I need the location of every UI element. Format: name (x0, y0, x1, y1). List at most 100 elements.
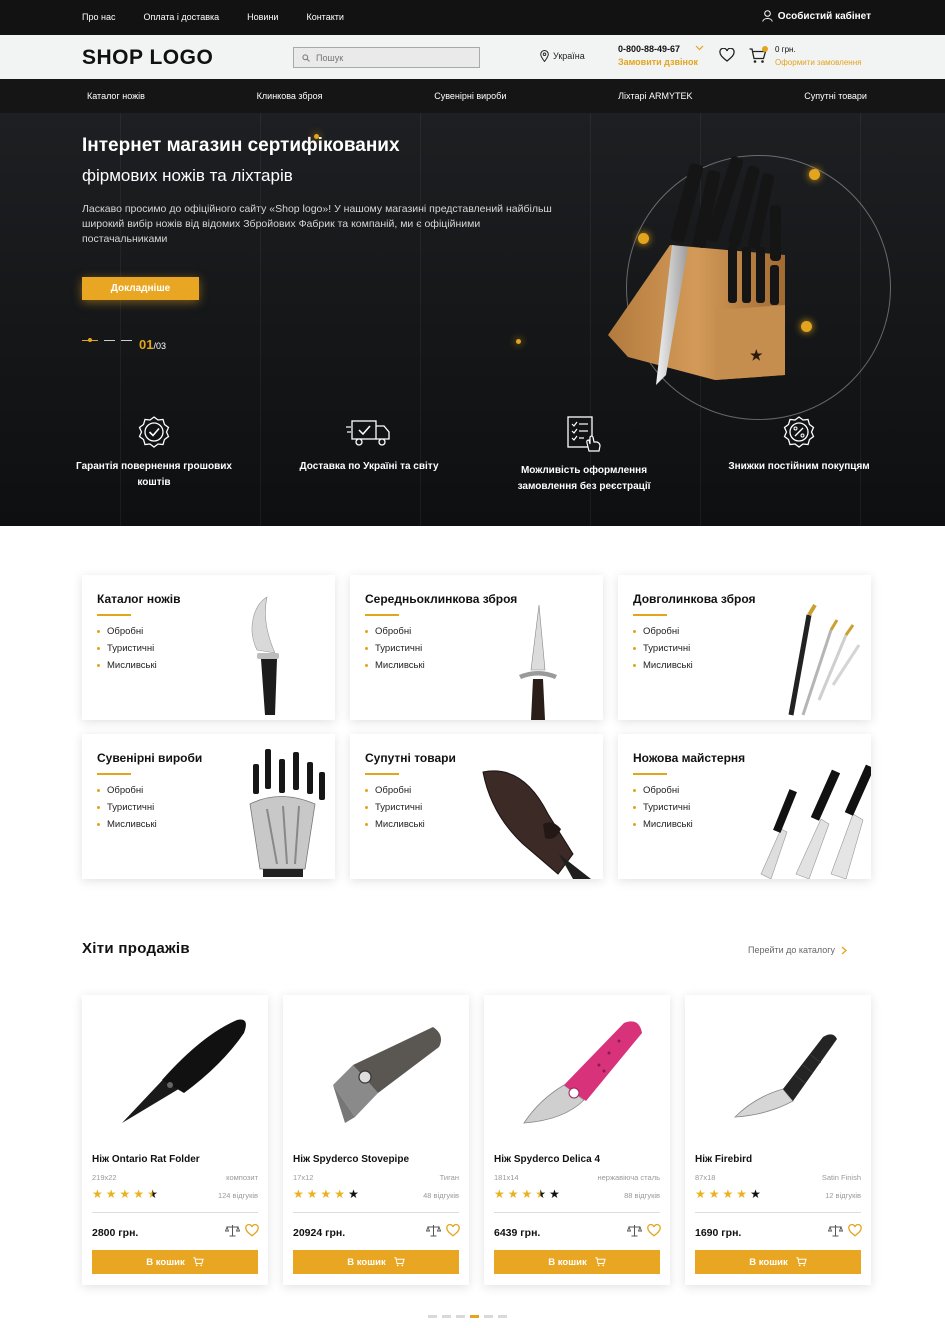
category-links: Обробні Туристичні Мисливські (633, 785, 693, 836)
category-link[interactable]: Туристичні (633, 643, 693, 660)
feature-delivery-label: Доставка по Україні та світу (299, 461, 439, 472)
category-link[interactable]: Обробні (97, 785, 157, 802)
category-card-long-blade[interactable]: Довголинкова зброя Обробні Туристичні Ми… (618, 575, 871, 720)
product-name[interactable]: Ніж Spyderco Stovepipe (293, 1154, 409, 1165)
category-card-knives[interactable]: Каталог ножів Обробні Туристичні Мисливс… (82, 575, 335, 720)
cart-icon (796, 1257, 807, 1267)
search-box[interactable] (293, 47, 480, 68)
top-link-news[interactable]: Новини (247, 12, 278, 22)
category-card-workshop[interactable]: Ножова майстерня Обробні Туристичні Мисл… (618, 734, 871, 879)
category-link[interactable]: Туристичні (365, 802, 425, 819)
category-link[interactable]: Туристичні (97, 802, 157, 819)
category-link[interactable]: Мисливські (365, 819, 425, 836)
knife-block-image: ★ (608, 156, 785, 385)
category-link[interactable]: Обробні (97, 626, 157, 643)
slider-indicator[interactable] (82, 338, 132, 342)
title-underline (97, 614, 131, 616)
add-to-cart-button[interactable]: В кошик (293, 1250, 459, 1274)
add-to-cart-button[interactable]: В кошик (695, 1250, 861, 1274)
nav-item-knives-catalog[interactable]: Каталог ножів (87, 91, 145, 101)
wishlist-heart-icon[interactable] (245, 1224, 259, 1237)
product-card[interactable]: Ніж Spyderco Stovepipe 17x12 Тиган ★ ★ ★ ★ ★… (283, 995, 469, 1285)
category-link[interactable]: Обробні (633, 785, 693, 802)
product-reviews[interactable]: 12 відгуків (825, 1191, 861, 1200)
category-link[interactable]: Обробні (633, 626, 693, 643)
go-to-catalog-link[interactable]: Перейти до каталогу (748, 945, 848, 955)
account-link[interactable]: Особистий кабінет (762, 10, 871, 22)
category-card-souvenirs[interactable]: Сувенірні вироби Обробні Туристичні Мисл… (82, 734, 335, 879)
product-reviews[interactable]: 48 відгуків (423, 1191, 459, 1200)
wishlist-heart-icon[interactable] (848, 1224, 862, 1237)
category-link[interactable]: Мисливські (633, 819, 693, 836)
add-to-cart-label: В кошик (548, 1256, 587, 1268)
product-card[interactable]: Ніж Spyderco Delica 4 181x14 нержавіюча … (484, 995, 670, 1285)
wishlist-heart-icon[interactable] (446, 1224, 460, 1237)
phone-number[interactable]: 0-800-88-49-67 (618, 44, 680, 54)
divider (92, 1212, 258, 1213)
category-card-medium-blade[interactable]: Середньоклинкова зброя Обробні Туристичн… (350, 575, 603, 720)
category-link[interactable]: Мисливські (97, 819, 157, 836)
nav-item-flashlights[interactable]: Ліхтарі ARMYTEK (618, 91, 692, 101)
compare-scales-icon[interactable] (828, 1224, 843, 1237)
svg-text:★: ★ (750, 347, 763, 363)
top-link-about[interactable]: Про нас (82, 12, 115, 22)
compare-scales-icon[interactable] (627, 1224, 642, 1237)
product-size: 219x22 (92, 1173, 117, 1182)
knife-stand-image (249, 749, 325, 877)
hero-more-button[interactable]: Докладніше (82, 277, 199, 300)
chevron-down-icon[interactable] (695, 45, 704, 51)
pager-dot-active[interactable] (470, 1315, 479, 1318)
wishlist-heart-icon[interactable] (647, 1224, 661, 1237)
product-name[interactable]: Ніж Spyderco Delica 4 (494, 1154, 600, 1165)
divider (494, 1212, 660, 1213)
category-link[interactable]: Обробні (365, 785, 425, 802)
category-link[interactable]: Обробні (365, 626, 425, 643)
top-link-contacts[interactable]: Контакти (306, 12, 343, 22)
product-material: Тиган (439, 1173, 459, 1182)
nav-item-bladed-weapons[interactable]: Клинкова зброя (257, 91, 323, 101)
product-card[interactable]: Ніж Firebird 87x18 Satin Finish ★ ★ ★ ★ ★ 12… (685, 995, 871, 1285)
product-card[interactable]: Ніж Ontario Rat Folder 219x22 композит ★… (82, 995, 268, 1285)
category-link[interactable]: Мисливські (97, 660, 157, 677)
feature-discounts: Знижки постійним покупцям (719, 415, 879, 475)
product-material: Satin Finish (821, 1173, 861, 1182)
pager-dot[interactable] (498, 1315, 507, 1318)
carousel-pager[interactable] (428, 1315, 507, 1318)
top-link-payment-delivery[interactable]: Оплата і доставка (143, 12, 219, 22)
checkout-link[interactable]: Оформити замовлення (775, 58, 861, 67)
add-to-cart-button[interactable]: В кошик (494, 1250, 660, 1274)
category-link[interactable]: Мисливські (365, 660, 425, 677)
callback-link[interactable]: Замовити дзвінок (618, 57, 698, 67)
product-name[interactable]: Ніж Firebird (695, 1154, 752, 1165)
pager-dot[interactable] (428, 1315, 437, 1318)
pager-dot[interactable] (484, 1315, 493, 1318)
product-name[interactable]: Ніж Ontario Rat Folder (92, 1154, 200, 1165)
product-reviews[interactable]: 124 відгуків (218, 1191, 258, 1200)
add-to-cart-button[interactable]: В кошик (92, 1250, 258, 1274)
category-link[interactable]: Туристичні (97, 643, 157, 660)
product-reviews[interactable]: 88 відгуків (624, 1191, 660, 1200)
title-underline (633, 773, 667, 775)
compare-scales-icon[interactable] (426, 1224, 441, 1237)
hero-subtitle: фірмових ножів та ліхтарів (82, 166, 293, 185)
search-input[interactable] (316, 52, 466, 63)
slider-dot[interactable] (121, 340, 132, 341)
product-image (733, 1034, 837, 1118)
region-selector[interactable]: Україна (540, 50, 585, 62)
slider-dot-active[interactable] (82, 338, 98, 342)
category-link[interactable]: Туристичні (365, 643, 425, 660)
nav-item-souvenirs[interactable]: Сувенірні вироби (434, 91, 506, 101)
divider (695, 1212, 861, 1213)
nav-item-accessories[interactable]: Супутні товари (804, 91, 867, 101)
category-link[interactable]: Мисливські (633, 660, 693, 677)
compare-scales-icon[interactable] (225, 1224, 240, 1237)
feature-no-registration-label: Можливість оформлення замовлення без реє… (517, 465, 651, 492)
slider-dot[interactable] (104, 340, 115, 341)
category-card-accessories[interactable]: Супутні товари Обробні Туристичні Мислив… (350, 734, 603, 879)
pager-dot[interactable] (456, 1315, 465, 1318)
account-label: Особистий кабінет (777, 10, 871, 22)
wishlist-heart-icon[interactable] (719, 48, 735, 62)
shop-logo[interactable]: SHOP LOGO (82, 46, 213, 70)
category-link[interactable]: Туристичні (633, 802, 693, 819)
pager-dot[interactable] (442, 1315, 451, 1318)
